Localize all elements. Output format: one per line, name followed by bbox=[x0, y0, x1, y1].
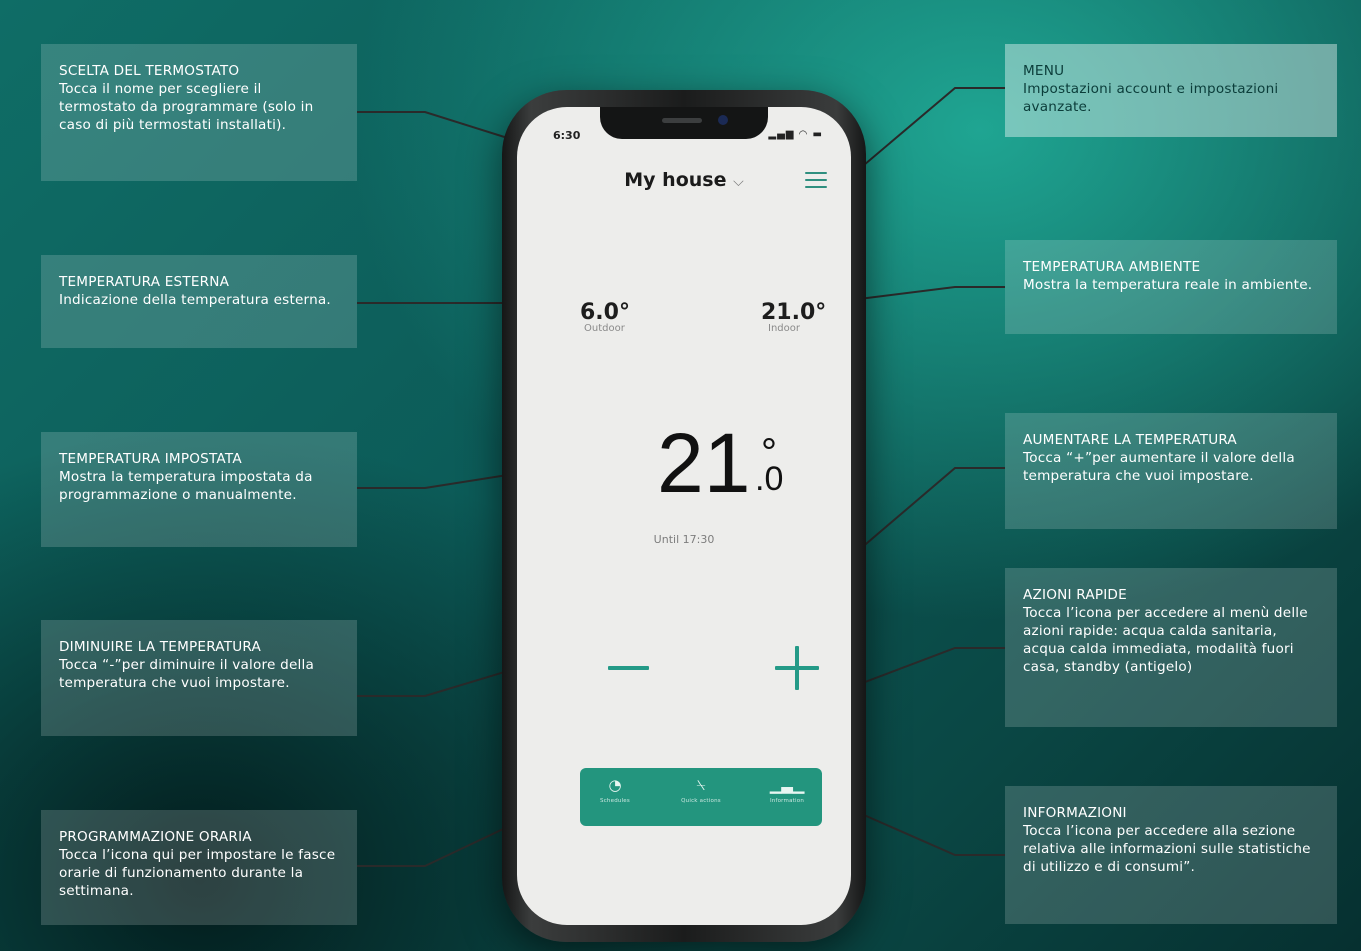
outdoor-temperature: 6.0° bbox=[580, 300, 630, 325]
thermostat-selector[interactable]: My house ⌵ bbox=[517, 169, 851, 191]
indoor-temperature: 21.0° bbox=[761, 300, 827, 325]
callout-outdoor: TEMPERATURA ESTERNA Indicazione della te… bbox=[41, 255, 357, 348]
until-time: Until 17:30 bbox=[653, 533, 715, 546]
callout-title: TEMPERATURA IMPOSTATA bbox=[59, 451, 242, 467]
tab-label: Schedules bbox=[600, 798, 630, 804]
tab-label: Quick actions bbox=[681, 798, 721, 804]
schedule-icon: ◔ bbox=[608, 776, 622, 794]
callout-title: SCELTA DEL TERMOSTATO bbox=[59, 63, 240, 79]
callout-text: Tocca l’icona qui per impostare le fasce… bbox=[59, 847, 336, 899]
callout-text: Mostra la temperatura impostata da progr… bbox=[59, 469, 313, 503]
line-indoor bbox=[850, 286, 1005, 301]
callout-text: Indicazione della temperatura esterna. bbox=[59, 292, 331, 308]
bottom-tab-bar: ◔ Schedules ⍀ Quick actions ▁▃▁ Informat… bbox=[580, 768, 822, 826]
phone-notch bbox=[600, 107, 768, 139]
callout-decrease: DIMINUIRE LA TEMPERATURA Tocca “-”per di… bbox=[41, 620, 357, 736]
callout-increase: AUMENTARE LA TEMPERATURA Tocca “+”per au… bbox=[1005, 413, 1337, 529]
callout-title: MENU bbox=[1023, 63, 1065, 79]
outdoor-label: Outdoor bbox=[584, 323, 625, 334]
tab-schedules[interactable]: ◔ Schedules bbox=[580, 776, 650, 804]
callout-title: AUMENTARE LA TEMPERATURA bbox=[1023, 432, 1237, 448]
speaker-grille bbox=[662, 118, 702, 123]
house-name: My house bbox=[624, 169, 727, 191]
tab-quick-actions[interactable]: ⍀ Quick actions bbox=[666, 776, 736, 804]
callout-title: PROGRAMMAZIONE ORARIA bbox=[59, 829, 252, 845]
callout-text: Tocca l’icona per accedere al menù delle… bbox=[1023, 605, 1308, 675]
quick-actions-icon: ⍀ bbox=[696, 776, 706, 794]
setpoint-whole: 21 bbox=[657, 416, 751, 510]
phone-mockup: 6:30 ▂▄▆ ◠ ▬ My house ⌵ 6.0° Outdoor 21.… bbox=[502, 90, 866, 942]
chevron-down-icon: ⌵ bbox=[733, 174, 744, 190]
callout-title: AZIONI RAPIDE bbox=[1023, 587, 1127, 603]
callout-quick-actions: AZIONI RAPIDE Tocca l’icona per accedere… bbox=[1005, 568, 1337, 727]
callout-indoor: TEMPERATURA AMBIENTE Mostra la temperatu… bbox=[1005, 240, 1337, 334]
statistics-icon: ▁▃▁ bbox=[769, 776, 805, 794]
callout-text: Tocca “+”per aumentare il valore della t… bbox=[1023, 450, 1295, 484]
tab-information[interactable]: ▁▃▁ Information bbox=[752, 776, 822, 804]
hamburger-menu-icon[interactable] bbox=[805, 172, 827, 188]
callout-thermostat: SCELTA DEL TERMOSTATO Tocca il nome per … bbox=[41, 44, 357, 181]
decrease-button[interactable] bbox=[608, 666, 649, 670]
callout-schedule: PROGRAMMAZIONE ORARIA Tocca l’icona qui … bbox=[41, 810, 357, 925]
callout-text: Tocca il nome per scegliere il termostat… bbox=[59, 81, 314, 133]
status-signal-icon: ▂▄▆ ◠ ▬ bbox=[768, 129, 823, 140]
callout-text: Tocca “-”per diminuire il valore della t… bbox=[59, 657, 315, 691]
callout-text: Impostazioni account e impostazioni avan… bbox=[1023, 81, 1279, 115]
phone-screen: 6:30 ▂▄▆ ◠ ▬ My house ⌵ 6.0° Outdoor 21.… bbox=[517, 107, 851, 925]
callout-title: DIMINUIRE LA TEMPERATURA bbox=[59, 639, 261, 655]
line-menu bbox=[850, 87, 1005, 177]
camera-icon bbox=[718, 115, 728, 125]
setpoint-decimal: .0 bbox=[755, 460, 784, 498]
callout-title: INFORMAZIONI bbox=[1023, 805, 1127, 821]
infographic: SCELTA DEL TERMOSTATO Tocca il nome per … bbox=[0, 0, 1361, 951]
callout-text: Mostra la temperatura reale in ambiente. bbox=[1023, 277, 1313, 293]
callout-title: TEMPERATURA ESTERNA bbox=[59, 274, 230, 290]
callout-setpoint: TEMPERATURA IMPOSTATA Mostra la temperat… bbox=[41, 432, 357, 547]
callout-info: INFORMAZIONI Tocca l’icona per accedere … bbox=[1005, 786, 1337, 924]
status-time: 6:30 bbox=[553, 129, 581, 142]
tab-label: Information bbox=[769, 798, 805, 804]
callout-title: TEMPERATURA AMBIENTE bbox=[1023, 259, 1201, 275]
callout-text: Tocca l’icona per accedere alla sezione … bbox=[1023, 823, 1311, 875]
callout-menu: MENU Impostazioni account e impostazioni… bbox=[1005, 44, 1337, 137]
indoor-label: Indoor bbox=[768, 323, 800, 334]
